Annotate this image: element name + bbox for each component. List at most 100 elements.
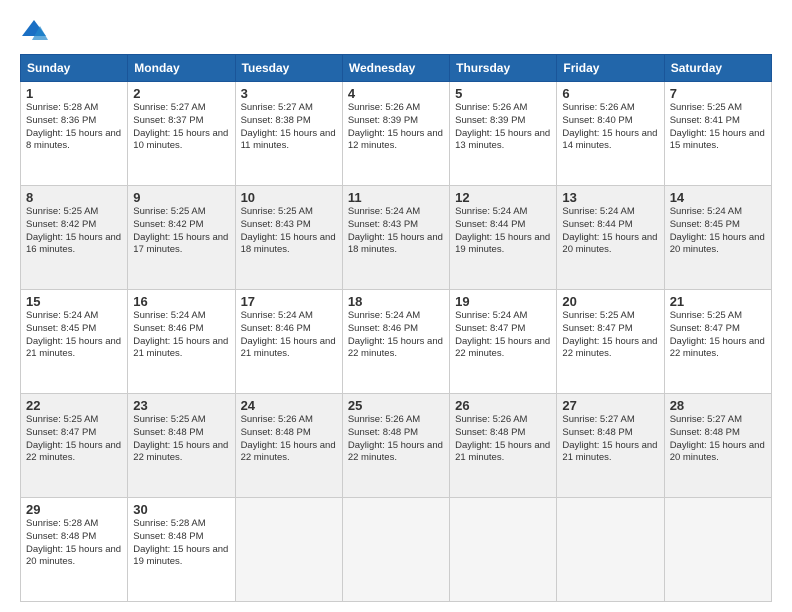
calendar-day-cell <box>342 498 449 602</box>
day-number: 13 <box>562 190 658 205</box>
day-info: Sunrise: 5:24 AMSunset: 8:43 PMDaylight:… <box>348 206 444 257</box>
day-number: 16 <box>133 294 229 309</box>
calendar-day-cell: 2 Sunrise: 5:27 AMSunset: 8:37 PMDayligh… <box>128 82 235 186</box>
calendar-week-row: 1 Sunrise: 5:28 AMSunset: 8:36 PMDayligh… <box>21 82 772 186</box>
day-header: Tuesday <box>235 55 342 82</box>
calendar-day-cell <box>664 498 771 602</box>
calendar-week-row: 8 Sunrise: 5:25 AMSunset: 8:42 PMDayligh… <box>21 186 772 290</box>
day-info: Sunrise: 5:28 AMSunset: 8:48 PMDaylight:… <box>26 518 122 569</box>
day-header: Saturday <box>664 55 771 82</box>
day-info: Sunrise: 5:25 AMSunset: 8:43 PMDaylight:… <box>241 206 337 257</box>
day-info: Sunrise: 5:26 AMSunset: 8:48 PMDaylight:… <box>241 414 337 465</box>
logo <box>20 16 52 44</box>
day-number: 10 <box>241 190 337 205</box>
day-number: 2 <box>133 86 229 101</box>
calendar-day-cell: 25 Sunrise: 5:26 AMSunset: 8:48 PMDaylig… <box>342 394 449 498</box>
day-info: Sunrise: 5:24 AMSunset: 8:45 PMDaylight:… <box>26 310 122 361</box>
calendar-day-cell: 23 Sunrise: 5:25 AMSunset: 8:48 PMDaylig… <box>128 394 235 498</box>
day-info: Sunrise: 5:26 AMSunset: 8:48 PMDaylight:… <box>348 414 444 465</box>
day-number: 18 <box>348 294 444 309</box>
header <box>20 16 772 44</box>
day-info: Sunrise: 5:28 AMSunset: 8:48 PMDaylight:… <box>133 518 229 569</box>
calendar-day-cell: 15 Sunrise: 5:24 AMSunset: 8:45 PMDaylig… <box>21 290 128 394</box>
day-number: 21 <box>670 294 766 309</box>
day-number: 26 <box>455 398 551 413</box>
day-header: Thursday <box>450 55 557 82</box>
day-number: 23 <box>133 398 229 413</box>
day-info: Sunrise: 5:25 AMSunset: 8:42 PMDaylight:… <box>26 206 122 257</box>
calendar-day-cell: 22 Sunrise: 5:25 AMSunset: 8:47 PMDaylig… <box>21 394 128 498</box>
calendar-day-cell: 18 Sunrise: 5:24 AMSunset: 8:46 PMDaylig… <box>342 290 449 394</box>
day-header: Monday <box>128 55 235 82</box>
calendar-day-cell: 9 Sunrise: 5:25 AMSunset: 8:42 PMDayligh… <box>128 186 235 290</box>
day-number: 6 <box>562 86 658 101</box>
day-number: 17 <box>241 294 337 309</box>
calendar-week-row: 29 Sunrise: 5:28 AMSunset: 8:48 PMDaylig… <box>21 498 772 602</box>
day-info: Sunrise: 5:24 AMSunset: 8:45 PMDaylight:… <box>670 206 766 257</box>
day-number: 25 <box>348 398 444 413</box>
calendar-day-cell: 19 Sunrise: 5:24 AMSunset: 8:47 PMDaylig… <box>450 290 557 394</box>
day-info: Sunrise: 5:26 AMSunset: 8:48 PMDaylight:… <box>455 414 551 465</box>
day-number: 11 <box>348 190 444 205</box>
calendar-day-cell: 21 Sunrise: 5:25 AMSunset: 8:47 PMDaylig… <box>664 290 771 394</box>
day-info: Sunrise: 5:28 AMSunset: 8:36 PMDaylight:… <box>26 102 122 153</box>
calendar-day-cell: 24 Sunrise: 5:26 AMSunset: 8:48 PMDaylig… <box>235 394 342 498</box>
calendar-header-row: SundayMondayTuesdayWednesdayThursdayFrid… <box>21 55 772 82</box>
day-number: 8 <box>26 190 122 205</box>
day-info: Sunrise: 5:27 AMSunset: 8:37 PMDaylight:… <box>133 102 229 153</box>
day-info: Sunrise: 5:25 AMSunset: 8:47 PMDaylight:… <box>670 310 766 361</box>
day-number: 22 <box>26 398 122 413</box>
day-info: Sunrise: 5:24 AMSunset: 8:46 PMDaylight:… <box>348 310 444 361</box>
day-header: Friday <box>557 55 664 82</box>
calendar-day-cell: 7 Sunrise: 5:25 AMSunset: 8:41 PMDayligh… <box>664 82 771 186</box>
day-info: Sunrise: 5:26 AMSunset: 8:40 PMDaylight:… <box>562 102 658 153</box>
day-number: 1 <box>26 86 122 101</box>
day-info: Sunrise: 5:25 AMSunset: 8:47 PMDaylight:… <box>26 414 122 465</box>
calendar-day-cell: 26 Sunrise: 5:26 AMSunset: 8:48 PMDaylig… <box>450 394 557 498</box>
day-info: Sunrise: 5:26 AMSunset: 8:39 PMDaylight:… <box>455 102 551 153</box>
day-header: Sunday <box>21 55 128 82</box>
day-info: Sunrise: 5:25 AMSunset: 8:42 PMDaylight:… <box>133 206 229 257</box>
calendar-day-cell: 8 Sunrise: 5:25 AMSunset: 8:42 PMDayligh… <box>21 186 128 290</box>
day-number: 19 <box>455 294 551 309</box>
day-number: 29 <box>26 502 122 517</box>
day-info: Sunrise: 5:27 AMSunset: 8:48 PMDaylight:… <box>670 414 766 465</box>
calendar-body: 1 Sunrise: 5:28 AMSunset: 8:36 PMDayligh… <box>21 82 772 602</box>
day-info: Sunrise: 5:24 AMSunset: 8:46 PMDaylight:… <box>241 310 337 361</box>
day-number: 15 <box>26 294 122 309</box>
calendar-day-cell: 27 Sunrise: 5:27 AMSunset: 8:48 PMDaylig… <box>557 394 664 498</box>
day-info: Sunrise: 5:25 AMSunset: 8:47 PMDaylight:… <box>562 310 658 361</box>
calendar-day-cell: 30 Sunrise: 5:28 AMSunset: 8:48 PMDaylig… <box>128 498 235 602</box>
calendar-day-cell: 3 Sunrise: 5:27 AMSunset: 8:38 PMDayligh… <box>235 82 342 186</box>
day-number: 4 <box>348 86 444 101</box>
day-header: Wednesday <box>342 55 449 82</box>
calendar-day-cell: 20 Sunrise: 5:25 AMSunset: 8:47 PMDaylig… <box>557 290 664 394</box>
day-number: 27 <box>562 398 658 413</box>
page: SundayMondayTuesdayWednesdayThursdayFrid… <box>0 0 792 612</box>
day-info: Sunrise: 5:24 AMSunset: 8:46 PMDaylight:… <box>133 310 229 361</box>
calendar-day-cell: 12 Sunrise: 5:24 AMSunset: 8:44 PMDaylig… <box>450 186 557 290</box>
day-number: 3 <box>241 86 337 101</box>
calendar-table: SundayMondayTuesdayWednesdayThursdayFrid… <box>20 54 772 602</box>
day-number: 28 <box>670 398 766 413</box>
calendar-day-cell <box>235 498 342 602</box>
day-info: Sunrise: 5:25 AMSunset: 8:41 PMDaylight:… <box>670 102 766 153</box>
day-info: Sunrise: 5:24 AMSunset: 8:44 PMDaylight:… <box>562 206 658 257</box>
calendar-day-cell: 13 Sunrise: 5:24 AMSunset: 8:44 PMDaylig… <box>557 186 664 290</box>
calendar-week-row: 22 Sunrise: 5:25 AMSunset: 8:47 PMDaylig… <box>21 394 772 498</box>
day-info: Sunrise: 5:26 AMSunset: 8:39 PMDaylight:… <box>348 102 444 153</box>
day-info: Sunrise: 5:27 AMSunset: 8:38 PMDaylight:… <box>241 102 337 153</box>
day-number: 7 <box>670 86 766 101</box>
day-info: Sunrise: 5:27 AMSunset: 8:48 PMDaylight:… <box>562 414 658 465</box>
calendar-day-cell: 10 Sunrise: 5:25 AMSunset: 8:43 PMDaylig… <box>235 186 342 290</box>
calendar-day-cell: 11 Sunrise: 5:24 AMSunset: 8:43 PMDaylig… <box>342 186 449 290</box>
day-info: Sunrise: 5:24 AMSunset: 8:44 PMDaylight:… <box>455 206 551 257</box>
calendar-day-cell: 4 Sunrise: 5:26 AMSunset: 8:39 PMDayligh… <box>342 82 449 186</box>
calendar-day-cell: 28 Sunrise: 5:27 AMSunset: 8:48 PMDaylig… <box>664 394 771 498</box>
calendar-day-cell: 1 Sunrise: 5:28 AMSunset: 8:36 PMDayligh… <box>21 82 128 186</box>
day-number: 12 <box>455 190 551 205</box>
calendar-day-cell: 14 Sunrise: 5:24 AMSunset: 8:45 PMDaylig… <box>664 186 771 290</box>
day-number: 20 <box>562 294 658 309</box>
calendar-day-cell: 6 Sunrise: 5:26 AMSunset: 8:40 PMDayligh… <box>557 82 664 186</box>
calendar-day-cell <box>450 498 557 602</box>
